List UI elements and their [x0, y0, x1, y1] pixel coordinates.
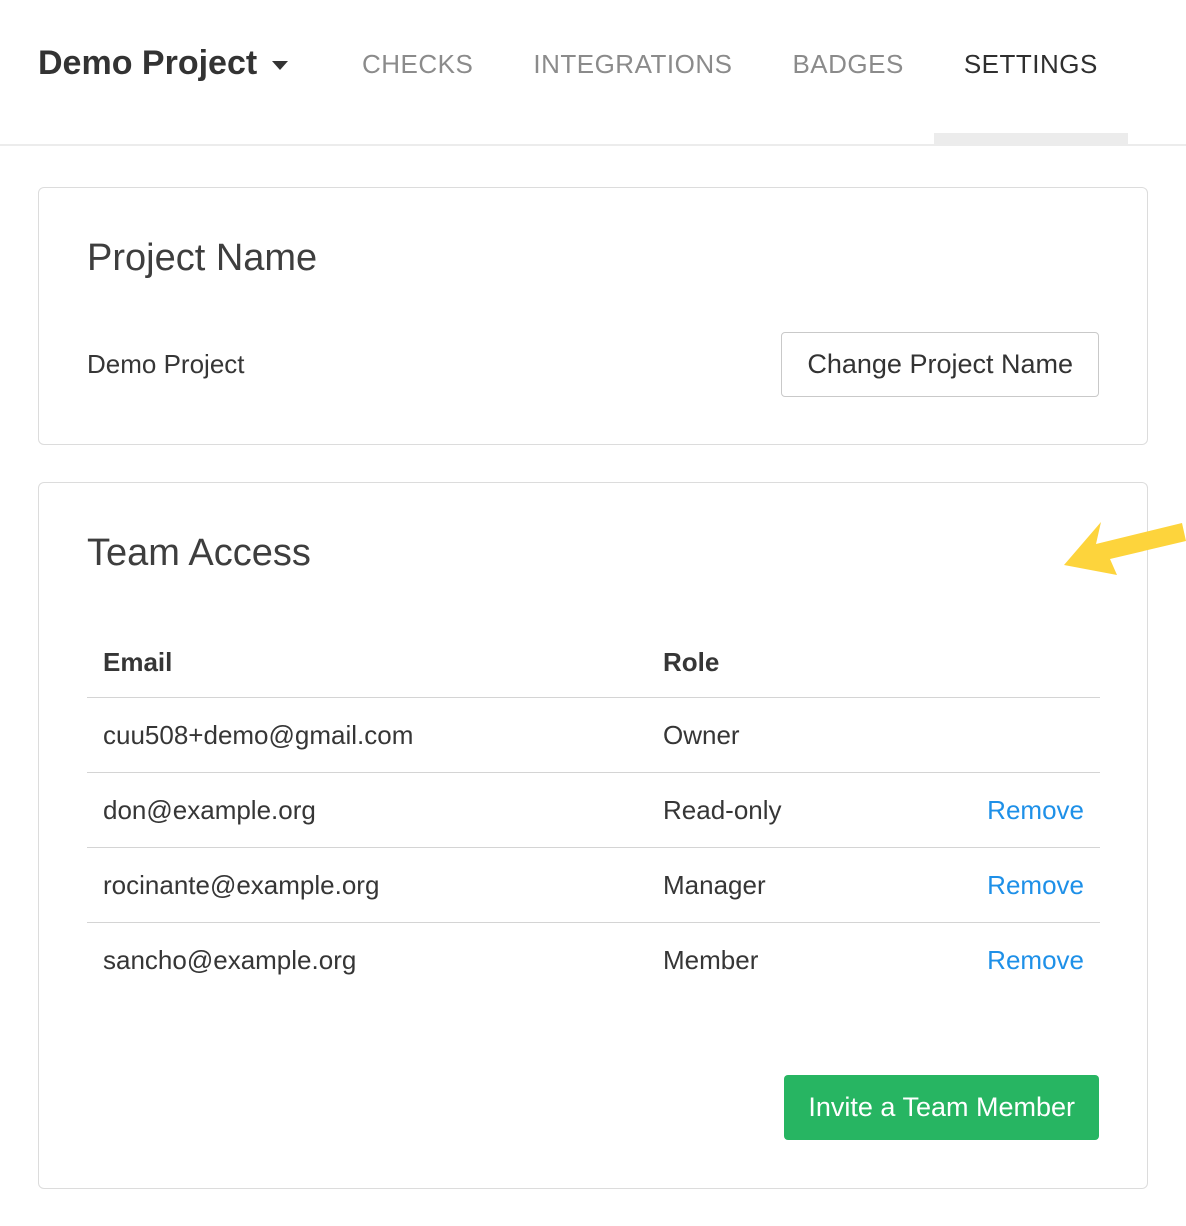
table-header-row: Email Role — [87, 629, 1100, 698]
invite-row: Invite a Team Member — [87, 1075, 1099, 1140]
project-switcher[interactable]: Demo Project — [38, 43, 288, 83]
member-email: cuu508+demo@gmail.com — [87, 698, 647, 773]
member-action: Remove — [880, 773, 1100, 848]
column-header-email: Email — [87, 629, 647, 698]
remove-link[interactable]: Remove — [987, 795, 1084, 825]
table-row: cuu508+demo@gmail.com Owner — [87, 698, 1100, 773]
team-access-card: Team Access Email Role cuu508+demo@gmail… — [38, 482, 1148, 1189]
nav-tabs: CHECKS INTEGRATIONS BADGES SETTINGS — [332, 0, 1128, 144]
project-name-card-title: Project Name — [87, 236, 1099, 280]
column-header-role: Role — [647, 629, 880, 698]
tab-badges[interactable]: BADGES — [762, 0, 933, 144]
member-role: Read-only — [647, 773, 880, 848]
table-row: sancho@example.org Member Remove — [87, 923, 1100, 998]
table-row: rocinante@example.org Manager Remove — [87, 848, 1100, 923]
tab-checks[interactable]: CHECKS — [332, 0, 503, 144]
chevron-down-icon — [272, 61, 288, 70]
project-name-card: Project Name Demo Project Change Project… — [38, 187, 1148, 445]
member-role: Manager — [647, 848, 880, 923]
team-members-table: Email Role cuu508+demo@gmail.com Owner d… — [87, 629, 1100, 997]
member-email: don@example.org — [87, 773, 647, 848]
remove-link[interactable]: Remove — [987, 870, 1084, 900]
member-action: Remove — [880, 848, 1100, 923]
table-row: don@example.org Read-only Remove — [87, 773, 1100, 848]
member-role: Owner — [647, 698, 880, 773]
member-email: rocinante@example.org — [87, 848, 647, 923]
member-email: sancho@example.org — [87, 923, 647, 998]
tab-integrations[interactable]: INTEGRATIONS — [503, 0, 762, 144]
app-header: Demo Project CHECKS INTEGRATIONS BADGES … — [0, 0, 1186, 146]
column-header-action — [880, 629, 1100, 698]
member-action: Remove — [880, 923, 1100, 998]
invite-team-member-button[interactable]: Invite a Team Member — [784, 1075, 1099, 1140]
current-project-name: Demo Project — [87, 349, 245, 380]
member-role: Member — [647, 923, 880, 998]
tab-settings[interactable]: SETTINGS — [934, 0, 1128, 144]
project-switcher-label: Demo Project — [38, 43, 257, 83]
team-access-card-title: Team Access — [87, 531, 1099, 575]
remove-link[interactable]: Remove — [987, 945, 1084, 975]
change-project-name-button[interactable]: Change Project Name — [781, 332, 1099, 397]
project-name-row: Demo Project Change Project Name — [87, 332, 1099, 397]
member-action — [880, 698, 1100, 773]
